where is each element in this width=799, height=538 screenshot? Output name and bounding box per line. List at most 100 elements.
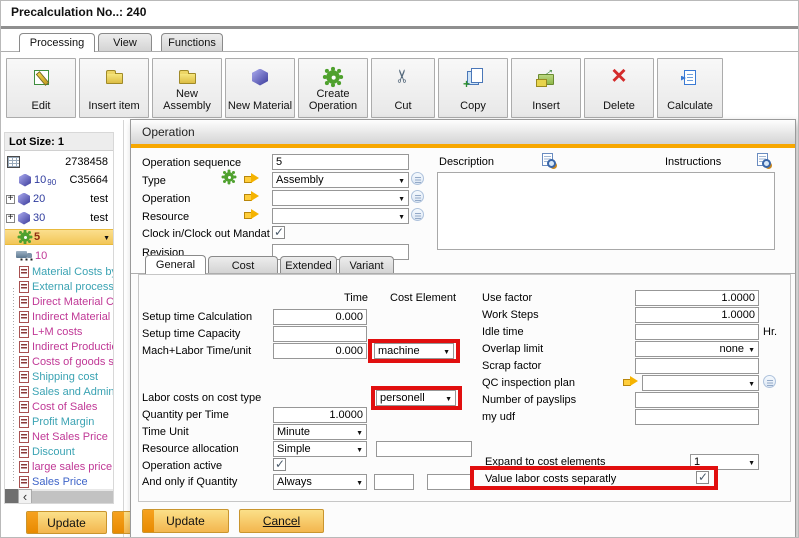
tree-row-shipping-10[interactable]: 10: [5, 248, 113, 264]
tree-row-cost[interactable]: Material Costs by B: [5, 264, 113, 280]
list-options-icon[interactable]: [411, 190, 424, 203]
resource-allocation-select[interactable]: Simple: [273, 441, 367, 457]
operation-label: Operation: [142, 193, 190, 205]
tab-variant[interactable]: Variant: [339, 256, 394, 274]
use-factor-input[interactable]: 1.0000: [635, 290, 759, 306]
delete-button[interactable]: Delete: [584, 58, 654, 118]
tree-row-precalc[interactable]: 2738458: [5, 154, 113, 170]
link-arrow-icon[interactable]: [244, 173, 259, 184]
description-zoom-icon[interactable]: [542, 153, 553, 166]
list-options-icon[interactable]: [411, 172, 424, 185]
tree-row-cost[interactable]: Indirect Production (: [5, 339, 113, 355]
tab-general[interactable]: General: [145, 255, 206, 274]
clock-mandatory-checkbox[interactable]: [272, 226, 285, 239]
tab-extended[interactable]: Extended: [280, 256, 337, 274]
insert-button[interactable]: Insert: [511, 58, 581, 118]
link-arrow-icon[interactable]: [244, 209, 259, 220]
work-steps-label: Work Steps: [482, 309, 539, 321]
mach-labor-cost-element-select[interactable]: machine: [374, 343, 454, 359]
quantity-per-time-input[interactable]: 1.0000: [273, 407, 367, 423]
calculate-button[interactable]: Calculate: [657, 58, 723, 118]
my-udf-input[interactable]: [635, 409, 759, 425]
create-operation-button[interactable]: Create Operation: [298, 58, 368, 118]
labor-costs-cost-element-select[interactable]: personell: [376, 390, 456, 406]
resource-allocation-extra-input[interactable]: [376, 441, 472, 457]
work-steps-input[interactable]: 1.0000: [635, 307, 759, 323]
idle-time-input[interactable]: [635, 324, 759, 340]
setup-time-calculation-label: Setup time Calculation: [142, 311, 252, 323]
tree-horizontal-scrollbar[interactable]: [5, 489, 113, 504]
resource-select[interactable]: [272, 208, 409, 224]
setup-time-calculation-input[interactable]: 0.000: [273, 309, 367, 325]
tree-row-item-20[interactable]: 20 test: [5, 191, 113, 207]
expand-to-cost-elements-label: Expand to cost elements: [485, 456, 605, 468]
link-arrow-icon[interactable]: [244, 191, 259, 202]
mach-labor-time-label: Mach+Labor Time/unit: [142, 345, 251, 357]
tree-row-cost[interactable]: Sales and Administr.: [5, 384, 113, 400]
tree-row-cost[interactable]: Profit Margin: [5, 414, 113, 430]
tree-row-cost[interactable]: Sales Price: [5, 474, 113, 490]
instructions-zoom-icon[interactable]: [757, 153, 768, 166]
qc-inspection-plan-select[interactable]: [642, 375, 759, 391]
number-of-payslips-input[interactable]: [635, 392, 759, 408]
tree-row-cost[interactable]: Direct Material Cost: [5, 294, 113, 310]
operation-active-checkbox[interactable]: [273, 458, 286, 471]
cut-button[interactable]: Cut: [371, 58, 435, 118]
tree-row-cost[interactable]: External processing: [5, 279, 113, 295]
mach-labor-time-input[interactable]: 0.000: [273, 343, 367, 359]
and-only-if-quantity-label: And only if Quantity: [142, 476, 237, 488]
edit-button[interactable]: Edit: [6, 58, 76, 118]
operation-select[interactable]: [272, 190, 409, 206]
app-window: Precalculation No..: 240 Processing View…: [0, 0, 799, 538]
main-update-button[interactable]: Update: [26, 511, 107, 534]
idle-time-unit-label: Hr.: [763, 326, 777, 338]
description-textarea[interactable]: [437, 172, 775, 250]
copy-button[interactable]: Copy: [438, 58, 508, 118]
list-options-icon[interactable]: [411, 208, 424, 221]
overlap-limit-select[interactable]: none: [635, 341, 759, 357]
tree-row-cost[interactable]: Indirect Material Cos: [5, 309, 113, 325]
quantity-to-input[interactable]: [427, 474, 472, 490]
scroll-left-icon[interactable]: [18, 489, 32, 504]
quantity-from-input[interactable]: [374, 474, 414, 490]
and-only-if-quantity-select[interactable]: Always: [273, 474, 367, 490]
expand-to-cost-elements-select[interactable]: 1: [690, 454, 759, 470]
scrollbar-track[interactable]: [32, 491, 113, 503]
list-options-icon[interactable]: [763, 375, 776, 388]
setup-time-capacity-input[interactable]: [273, 326, 367, 342]
tab-cost[interactable]: Cost: [208, 256, 278, 274]
tab-view[interactable]: View: [98, 33, 152, 52]
tab-processing[interactable]: Processing: [19, 33, 95, 52]
dialog-cancel-button[interactable]: Cancel: [239, 509, 324, 533]
labor-costs-label: Labor costs on cost type: [142, 392, 261, 404]
dialog-update-button[interactable]: Update: [142, 509, 229, 533]
expand-icon[interactable]: [6, 195, 15, 204]
resource-label: Resource: [142, 211, 189, 223]
tree-row-cost[interactable]: Cost of Sales: [5, 399, 113, 415]
scrap-factor-input[interactable]: [635, 358, 759, 374]
new-assembly-button[interactable]: New Assembly: [152, 58, 222, 118]
tree-row-cost[interactable]: Net Sales Price: [5, 429, 113, 445]
insert-icon: [538, 74, 554, 85]
tree-row-item-10[interactable]: 1090 C35664: [5, 172, 113, 188]
expand-icon[interactable]: [6, 214, 15, 223]
tree-row-cost[interactable]: Shipping cost: [5, 369, 113, 385]
operation-sequence-input[interactable]: 5: [272, 154, 409, 170]
tree-row-cost[interactable]: Costs of goods sold: [5, 354, 113, 370]
tree-row-operation-5-selected[interactable]: 5: [5, 229, 113, 245]
tree-row-item-30[interactable]: 30 test: [5, 210, 113, 226]
type-select[interactable]: Assembly: [272, 172, 409, 188]
tree-row-cost[interactable]: Discount: [5, 444, 113, 460]
tab-functions[interactable]: Functions: [161, 33, 223, 52]
document-icon: [19, 401, 29, 413]
value-labor-costs-checkbox[interactable]: [696, 471, 709, 484]
tree-row-cost[interactable]: L+M costs: [5, 324, 113, 340]
new-material-button[interactable]: New Material: [225, 58, 295, 118]
link-arrow-icon[interactable]: [623, 376, 638, 387]
panel-divider: [123, 120, 124, 537]
tree-row-cost[interactable]: large sales price: [5, 459, 113, 475]
qc-inspection-plan-label: QC inspection plan: [482, 377, 575, 389]
insert-item-button[interactable]: Insert item: [79, 58, 149, 118]
time-unit-select[interactable]: Minute: [273, 424, 367, 440]
use-factor-label: Use factor: [482, 292, 532, 304]
